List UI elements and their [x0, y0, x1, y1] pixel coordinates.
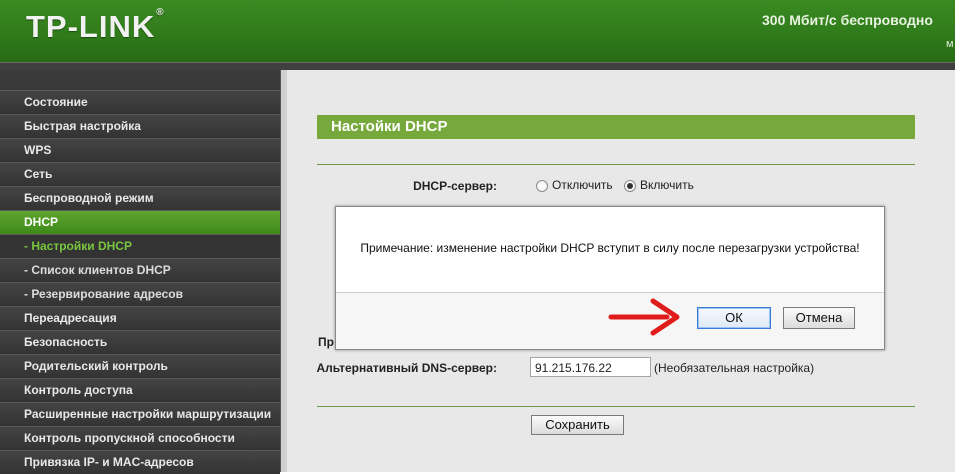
sidebar-item-dhcp-clients[interactable]: - Список клиентов DHCP	[0, 258, 280, 282]
sidebar-item-security[interactable]: Безопасность	[0, 330, 280, 354]
sidebar-item-dhcp[interactable]: DHCP	[0, 210, 280, 234]
sidebar-item-address-reservation[interactable]: - Резервирование адресов	[0, 282, 280, 306]
tp-link-logo: TP-LINK®	[26, 7, 165, 44]
sidebar-item-wps[interactable]: WPS	[0, 138, 280, 162]
dhcp-enable-radio[interactable]	[624, 179, 636, 192]
sidebar-item-bandwidth-control[interactable]: Контроль пропускной способности	[0, 426, 280, 450]
sidebar-item-advanced-routing[interactable]: Расширенные настройки маршрутизации	[0, 402, 280, 426]
hidden-field-label: Пр	[318, 335, 334, 349]
sidebar-item-ip-mac-binding[interactable]: Привязка IP- и MAC-адресов	[0, 450, 280, 474]
alt-dns-label: Альтернативный DNS-сервер:	[316, 361, 497, 375]
divider	[317, 406, 915, 407]
red-arrow-icon	[608, 298, 680, 336]
sidebar: Состояние Быстрая настройка WPS Сеть Бес…	[0, 70, 280, 474]
divider	[317, 164, 915, 165]
page-title: Настойки DHCP	[317, 115, 915, 139]
sidebar-item-network[interactable]: Сеть	[0, 162, 280, 186]
sidebar-item-wireless[interactable]: Беспроводной режим	[0, 186, 280, 210]
dhcp-enable-label: Включить	[640, 178, 694, 192]
sidebar-item-parental-control[interactable]: Родительский контроль	[0, 354, 280, 378]
sidebar-item-access-control[interactable]: Контроль доступа	[0, 378, 280, 402]
save-button[interactable]: Сохранить	[531, 415, 624, 435]
cancel-button[interactable]: Отмена	[783, 307, 855, 329]
header-bar: TP-LINK® 300 Мбит/с беспроводно м	[0, 0, 955, 62]
dhcp-server-radio-group: Отключить Включить	[536, 178, 694, 192]
dhcp-disable-label: Отключить	[552, 178, 613, 192]
sidebar-scroll-divider	[280, 70, 287, 472]
header-title: 300 Мбит/с беспроводно	[762, 12, 933, 28]
ok-button[interactable]: ОК	[697, 307, 771, 329]
dhcp-disable-radio[interactable]	[536, 179, 548, 192]
dhcp-server-label: DHCP-сервер:	[413, 179, 497, 193]
alt-dns-input[interactable]: 91.215.176.22	[530, 357, 651, 377]
header-model: м	[946, 38, 954, 50]
dialog-message: Примечание: изменение настройки DHCP вст…	[360, 241, 860, 255]
sidebar-item-dhcp-settings[interactable]: - Настройки DHCP	[0, 234, 280, 258]
sidebar-item-forwarding[interactable]: Переадресация	[0, 306, 280, 330]
alt-dns-hint: (Необязательная настройка)	[654, 361, 815, 375]
sidebar-item-quick-setup[interactable]: Быстрая настройка	[0, 114, 280, 138]
sidebar-item-status[interactable]: Состояние	[0, 90, 280, 114]
